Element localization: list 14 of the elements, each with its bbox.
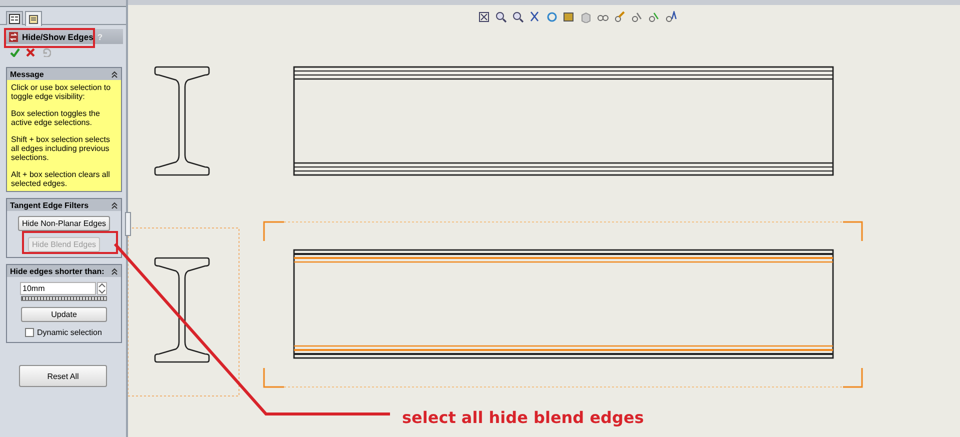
message-text: Box selection toggles the active edge selections. [11,109,101,127]
message-text: Shift + box selection selects all edges including previous selections. [11,135,111,162]
checkbox-label: Dynamic selection [37,328,102,337]
message-text: Alt + box selection clears all selected edges. [11,170,111,188]
section-title: Tangent Edge Filters [10,200,89,210]
annotation-text: select all hide blend edges [402,408,644,427]
panel-title: Hide/Show Edges [22,32,94,42]
length-field[interactable]: 10mm [20,282,96,295]
update-button[interactable]: Update [21,307,107,322]
section-title: Message [10,70,44,78]
reset-button[interactable]: Reset All [19,365,107,387]
section-title: Hide edges shorter than: [10,266,104,276]
message-text: Click or use box selection to toggle edge visibility: [11,83,112,101]
filter-button[interactable]: Hide Non-Planar Edges [18,216,110,231]
